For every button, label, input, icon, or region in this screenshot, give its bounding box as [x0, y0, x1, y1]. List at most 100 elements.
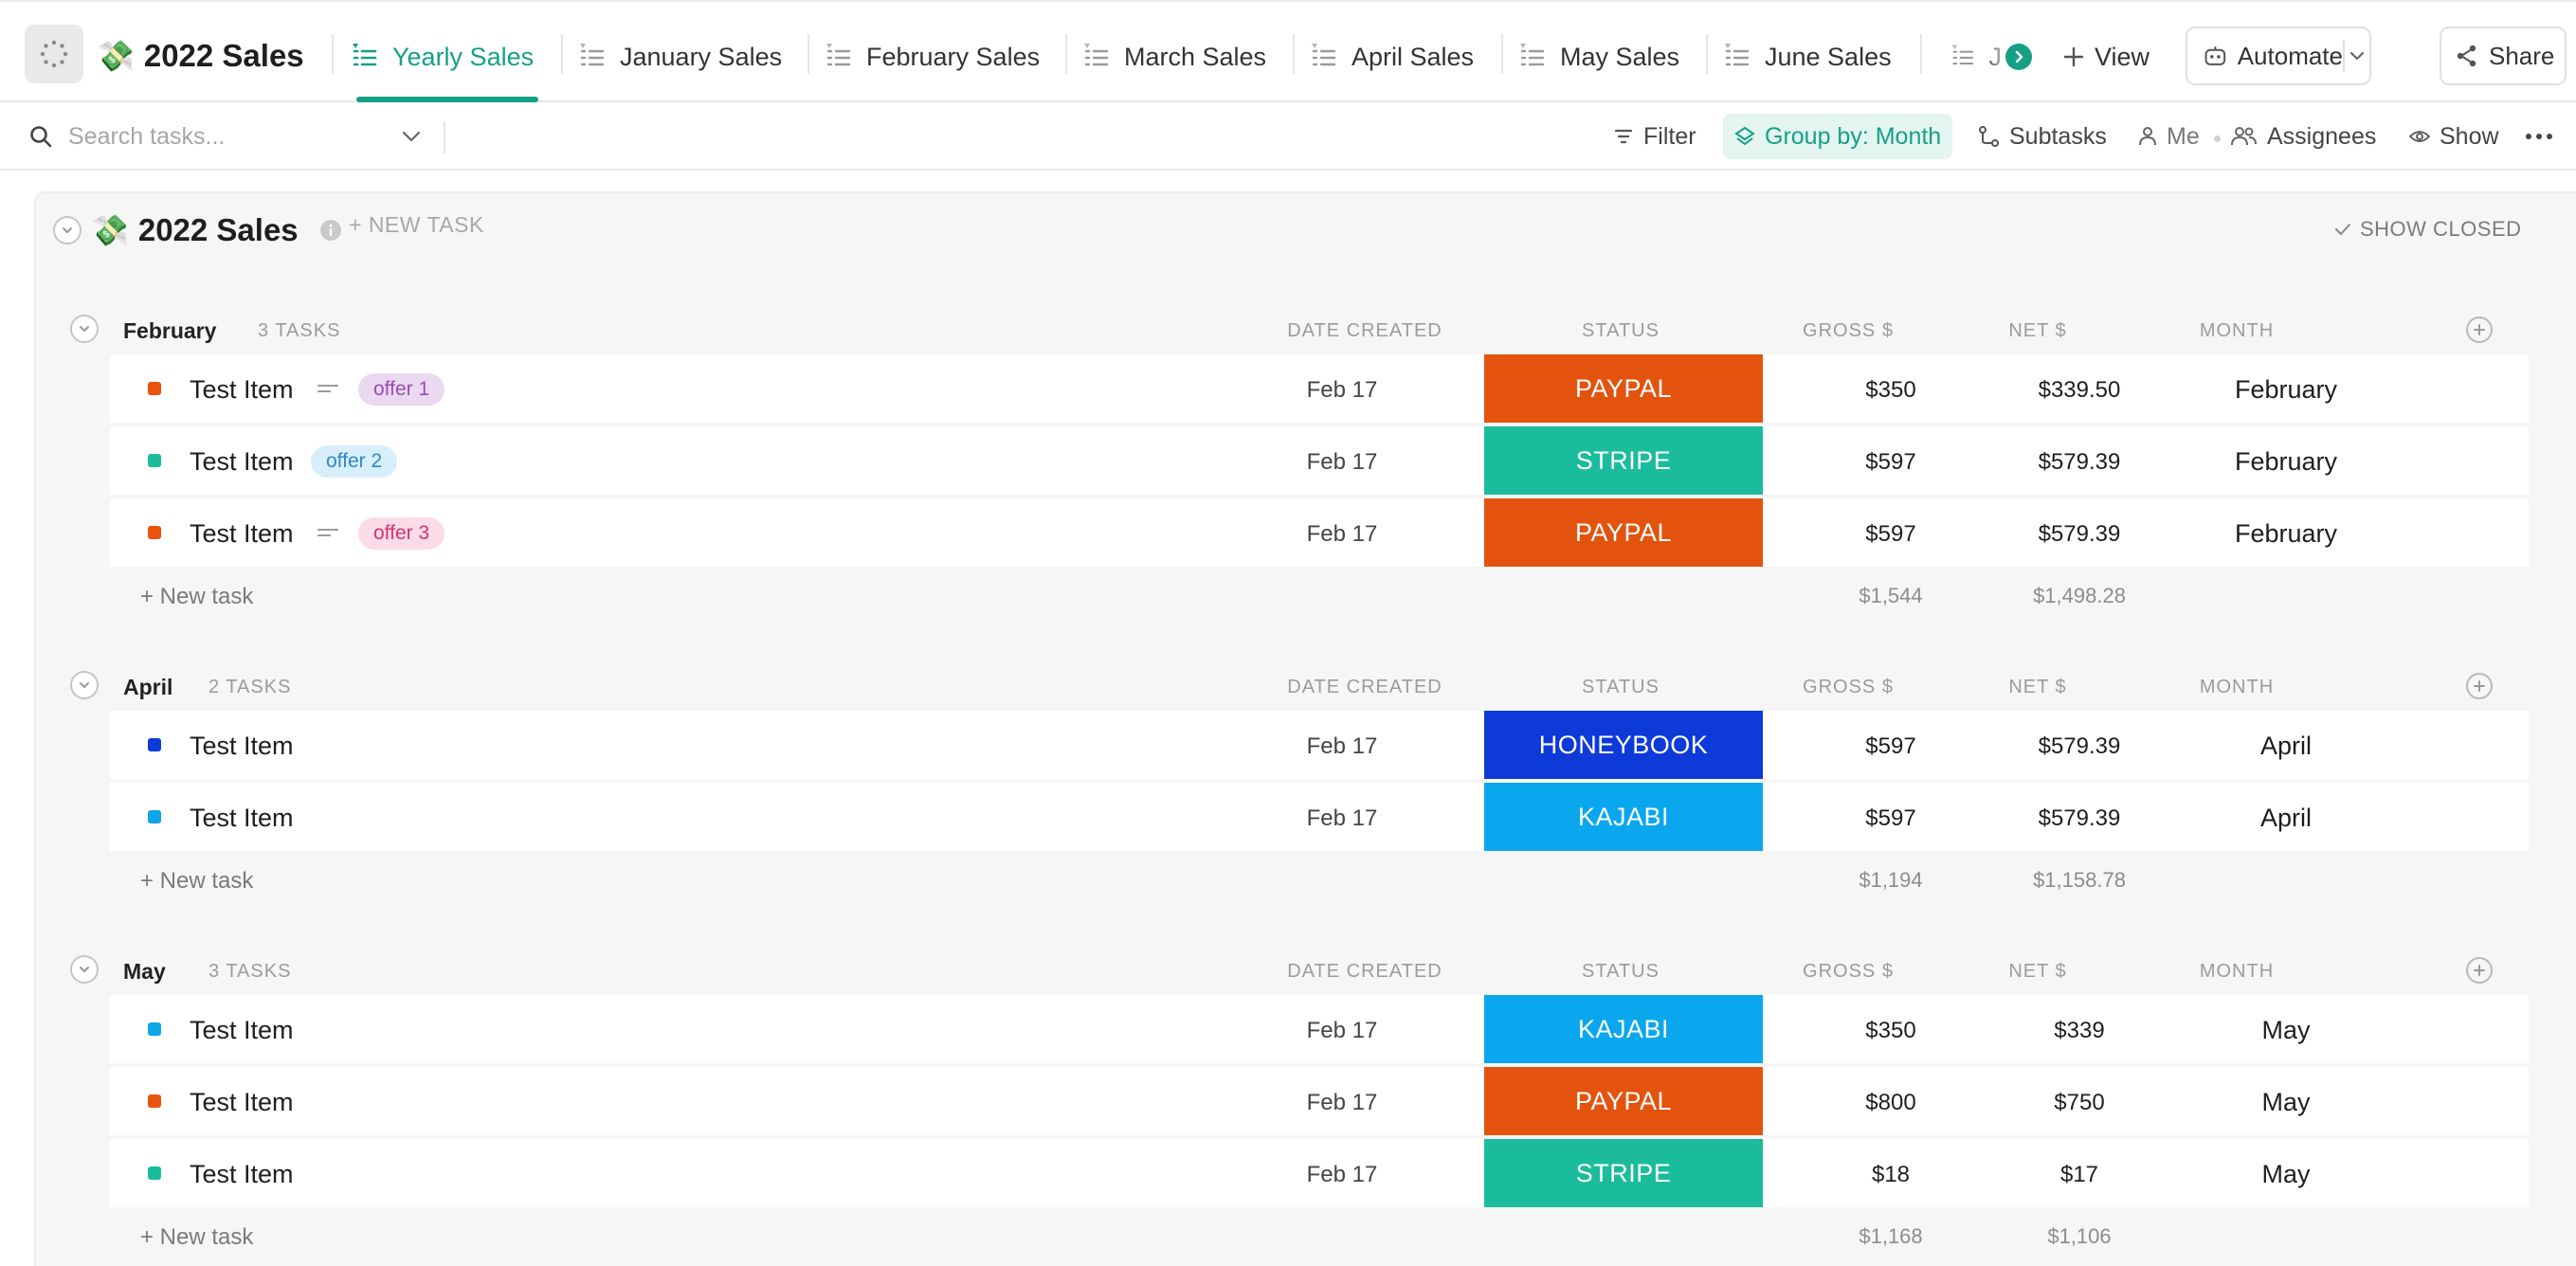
- status-cell[interactable]: STRIPE: [1484, 426, 1763, 495]
- column-header-month[interactable]: MONTH: [2170, 677, 2303, 698]
- task-row[interactable]: Test Item Feb 17 HONEYBOOK $597 $579.39 …: [110, 711, 2529, 779]
- column-header-date-created[interactable]: DATE CREATED: [1279, 677, 1450, 698]
- tab-april-sales[interactable]: April Sales: [1310, 30, 1474, 83]
- column-header-date-created[interactable]: DATE CREATED: [1279, 961, 1450, 983]
- search-dropdown[interactable]: [400, 125, 423, 153]
- add-column-button[interactable]: [2466, 957, 2493, 984]
- task-tag[interactable]: offer 3: [358, 517, 445, 550]
- search-input[interactable]: [66, 121, 392, 152]
- task-row[interactable]: Test Item Feb 17 KAJABI $597 $579.39 Apr…: [110, 783, 2529, 851]
- add-view-button[interactable]: View: [2062, 30, 2150, 83]
- task-tag[interactable]: offer 1: [358, 373, 445, 406]
- column-header-net[interactable]: NET $: [1971, 961, 2104, 983]
- new-task-row-button[interactable]: + New task: [140, 868, 253, 895]
- gross-value[interactable]: $800: [1820, 1090, 1962, 1116]
- task-name[interactable]: Test Item: [190, 1016, 294, 1045]
- new-task-button[interactable]: + NEW TASK: [349, 212, 484, 238]
- task-row[interactable]: Test Item offer 1 Feb 17 PAYPAL $350 $33…: [110, 354, 2529, 423]
- gross-value[interactable]: $597: [1820, 805, 1962, 832]
- new-task-row-button[interactable]: + New task: [140, 584, 253, 610]
- show-button[interactable]: Show: [2409, 114, 2499, 159]
- tab-january-sales[interactable]: January Sales: [578, 30, 782, 83]
- subtasks-button[interactable]: Subtasks: [1977, 114, 2107, 159]
- status-square[interactable]: [148, 1022, 161, 1036]
- column-header-net[interactable]: NET $: [1971, 677, 2104, 698]
- tab-yearly-sales[interactable]: Yearly Sales: [351, 30, 534, 83]
- task-name[interactable]: Test Item: [190, 804, 294, 833]
- collapse-list-toggle[interactable]: [53, 216, 82, 244]
- status-square[interactable]: [148, 1094, 161, 1108]
- tab-may-sales[interactable]: May Sales: [1518, 30, 1679, 83]
- status-cell[interactable]: KAJABI: [1484, 995, 1763, 1063]
- column-header-gross[interactable]: GROSS $: [1782, 961, 1914, 983]
- task-name[interactable]: Test Item: [190, 447, 294, 477]
- task-row[interactable]: Test Item offer 3 Feb 17 PAYPAL $597 $57…: [110, 498, 2529, 567]
- date-created[interactable]: Feb 17: [1295, 733, 1389, 760]
- status-cell[interactable]: KAJABI: [1484, 783, 1763, 851]
- new-task-row-button[interactable]: + New task: [140, 1224, 253, 1251]
- show-closed-button[interactable]: SHOW CLOSED: [2333, 214, 2522, 244]
- info-icon[interactable]: [319, 219, 342, 242]
- task-name[interactable]: Test Item: [190, 519, 294, 549]
- group-by-button[interactable]: Group by: Month: [1723, 114, 1953, 159]
- add-column-button[interactable]: [2466, 673, 2493, 699]
- collapse-group-toggle[interactable]: [70, 955, 99, 984]
- task-name[interactable]: Test Item: [190, 1160, 294, 1189]
- task-row[interactable]: Test Item Feb 17 PAYPAL $800 $750 May: [110, 1067, 2529, 1135]
- net-value[interactable]: $339: [1994, 1018, 2165, 1044]
- status-cell[interactable]: STRIPE: [1484, 1139, 1763, 1207]
- automate-button[interactable]: Automate: [2186, 27, 2371, 85]
- net-value[interactable]: $750: [1994, 1090, 2165, 1116]
- net-value[interactable]: $579.39: [1994, 449, 2165, 476]
- status-square[interactable]: [148, 810, 161, 823]
- status-cell[interactable]: HONEYBOOK: [1484, 711, 1763, 779]
- assignees-button[interactable]: Assignees: [2231, 114, 2376, 159]
- net-value[interactable]: $579.39: [1994, 521, 2165, 548]
- status-square[interactable]: [148, 454, 161, 467]
- month-value[interactable]: May: [2191, 1016, 2381, 1045]
- me-filter-button[interactable]: Me: [2138, 114, 2200, 159]
- column-header-date-created[interactable]: DATE CREATED: [1279, 320, 1450, 342]
- net-value[interactable]: $339.50: [1994, 377, 2165, 404]
- status-cell[interactable]: PAYPAL: [1484, 1067, 1763, 1135]
- net-value[interactable]: $579.39: [1994, 805, 2165, 832]
- task-row[interactable]: Test Item offer 2 Feb 17 STRIPE $597 $57…: [110, 426, 2529, 495]
- column-header-gross[interactable]: GROSS $: [1782, 320, 1914, 342]
- collapse-group-toggle[interactable]: [70, 671, 99, 699]
- search-box[interactable]: [28, 114, 426, 159]
- automate-dropdown[interactable]: [2345, 46, 2369, 65]
- tab-march-sales[interactable]: March Sales: [1082, 30, 1266, 83]
- gross-value[interactable]: $18: [1820, 1162, 1962, 1188]
- tab-february-sales[interactable]: February Sales: [825, 30, 1040, 83]
- month-value[interactable]: April: [2191, 732, 2381, 761]
- date-created[interactable]: Feb 17: [1295, 1090, 1389, 1116]
- month-value[interactable]: February: [2191, 519, 2381, 549]
- gross-value[interactable]: $350: [1820, 1018, 1962, 1044]
- gross-value[interactable]: $350: [1820, 377, 1962, 404]
- column-header-status[interactable]: STATUS: [1554, 961, 1687, 983]
- status-square[interactable]: [148, 1167, 161, 1180]
- month-value[interactable]: February: [2191, 375, 2381, 405]
- date-created[interactable]: Feb 17: [1295, 377, 1389, 404]
- date-created[interactable]: Feb 17: [1295, 449, 1389, 476]
- space-icon-button[interactable]: [25, 25, 83, 83]
- task-name[interactable]: Test Item: [190, 732, 294, 761]
- column-header-net[interactable]: NET $: [1971, 320, 2104, 342]
- scroll-tabs-right-button[interactable]: [2005, 44, 2032, 70]
- add-column-button[interactable]: [2466, 316, 2493, 343]
- status-cell[interactable]: PAYPAL: [1484, 354, 1763, 423]
- gross-value[interactable]: $597: [1820, 733, 1962, 760]
- month-value[interactable]: May: [2191, 1088, 2381, 1117]
- column-header-month[interactable]: MONTH: [2170, 320, 2303, 342]
- task-row[interactable]: Test Item Feb 17 KAJABI $350 $339 May: [110, 995, 2529, 1063]
- gross-value[interactable]: $597: [1820, 521, 1962, 548]
- task-name[interactable]: Test Item: [190, 375, 294, 405]
- column-header-status[interactable]: STATUS: [1554, 677, 1687, 698]
- more-options-button[interactable]: [2525, 114, 2553, 159]
- task-name[interactable]: Test Item: [190, 1088, 294, 1117]
- collapse-group-toggle[interactable]: [70, 315, 99, 343]
- task-tag[interactable]: offer 2: [311, 445, 398, 478]
- date-created[interactable]: Feb 17: [1295, 805, 1389, 832]
- column-header-month[interactable]: MONTH: [2170, 961, 2303, 983]
- task-row[interactable]: Test Item Feb 17 STRIPE $18 $17 May: [110, 1139, 2529, 1207]
